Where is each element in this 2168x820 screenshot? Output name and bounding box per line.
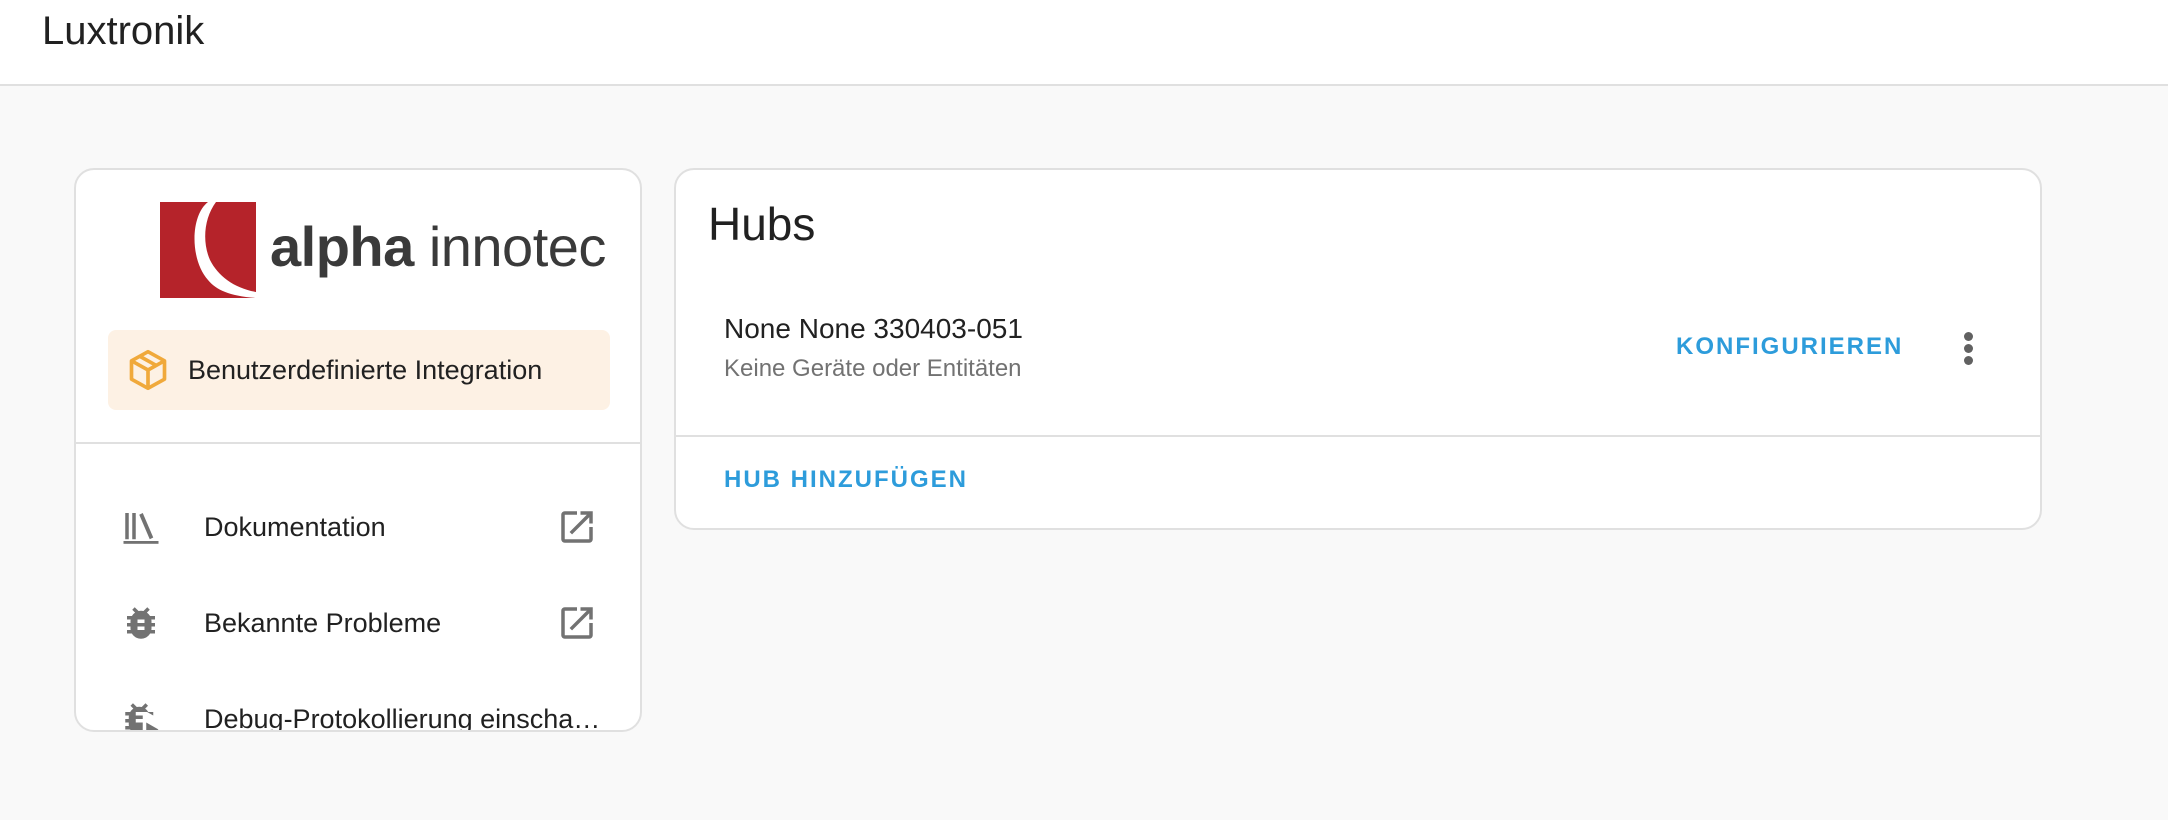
bug-icon <box>127 607 155 639</box>
integration-info-card: alpha innotec Benutzerdefinierte Integra… <box>74 168 642 732</box>
enable-debug-logging-label: Debug-Protokollierung einschalten <box>204 704 604 732</box>
documentation-label: Dokumentation <box>204 512 386 542</box>
page-title: Luxtronik <box>42 9 205 53</box>
card-divider <box>676 435 2040 437</box>
package-icon <box>129 349 167 391</box>
open-in-new-icon <box>561 607 593 639</box>
alpha-innotec-logo-mark-icon <box>160 202 256 298</box>
configure-button[interactable]: KONFIGURIEREN <box>1676 332 1903 362</box>
top-app-bar: Luxtronik <box>0 0 2168 86</box>
hubs-title: Hubs <box>708 198 816 250</box>
enable-debug-logging-link[interactable]: Debug-Protokollierung einschalten <box>76 674 640 732</box>
bug-play-icon <box>125 703 159 730</box>
brand-logo: alpha innotec <box>160 202 606 298</box>
hub-entry-subtitle: Keine Geräte oder Entitäten <box>724 355 1022 382</box>
custom-integration-label: Benutzerdefinierte Integration <box>188 355 543 385</box>
known-issues-label: Bekannte Probleme <box>204 608 442 638</box>
known-issues-link[interactable]: Bekannte Probleme <box>76 578 640 668</box>
add-hub-button[interactable]: HUB HINZUFÜGEN <box>724 465 968 495</box>
brand-logo-text: alpha innotec <box>270 215 606 278</box>
overflow-menu-button[interactable] <box>1940 320 1996 376</box>
open-in-new-icon <box>561 511 593 543</box>
hubs-card: Hubs None None 330403-051 Keine Geräte o… <box>674 168 2042 530</box>
custom-integration-badge: Benutzerdefinierte Integration <box>108 330 610 410</box>
card-divider <box>76 442 640 444</box>
book-shelf-icon <box>123 513 159 544</box>
hub-entry-name[interactable]: None None 330403-051 <box>724 312 1023 346</box>
documentation-link[interactable]: Dokumentation <box>76 482 640 572</box>
